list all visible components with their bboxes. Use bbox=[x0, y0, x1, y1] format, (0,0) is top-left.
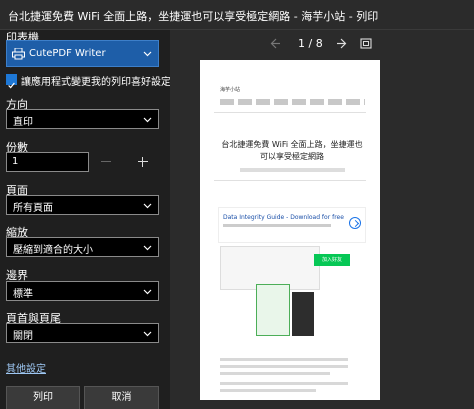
preview-nav-bar bbox=[220, 99, 365, 105]
preview-ad-subtitle bbox=[223, 224, 331, 227]
chevron-down-icon bbox=[143, 331, 152, 337]
orientation-select[interactable]: 直印 bbox=[6, 109, 159, 129]
preview-divider bbox=[214, 112, 366, 113]
minus-icon[interactable] bbox=[101, 161, 111, 162]
printer-icon bbox=[12, 48, 25, 60]
pages-value: 所有頁面 bbox=[13, 203, 53, 214]
preview-ad-banner: Data Integrity Guide - Download for free bbox=[218, 207, 366, 243]
copies-input[interactable]: 1 bbox=[6, 152, 89, 172]
app-prefs-label: 讓應用程式變更我的列印喜好設定 bbox=[21, 77, 171, 88]
page-preview: 海芋小站 台北捷運免費 WiFi 全面上路，坐捷運也可以享受極定網路 Data … bbox=[200, 60, 380, 400]
window-title: 台北捷運免費 WiFi 全面上路，坐捷運也可以享受極定網路 - 海芋小站 - 列… bbox=[8, 10, 379, 23]
margins-value: 標準 bbox=[13, 289, 33, 300]
pages-select[interactable]: 所有頁面 bbox=[6, 195, 159, 215]
prev-page-icon[interactable] bbox=[270, 38, 281, 49]
preview-line-badge: 加入好友 bbox=[314, 254, 350, 266]
chevron-down-icon bbox=[143, 245, 152, 251]
preview-site-name: 海芋小站 bbox=[220, 87, 241, 93]
orientation-value: 直印 bbox=[13, 117, 33, 128]
checkmark-icon bbox=[8, 82, 15, 89]
chevron-down-icon bbox=[143, 51, 152, 57]
preview-text-line bbox=[220, 372, 330, 375]
cancel-button[interactable]: 取消 bbox=[84, 386, 159, 409]
fit-page-icon[interactable] bbox=[360, 38, 372, 49]
preview-text-line bbox=[220, 358, 348, 361]
preview-meta-line bbox=[240, 168, 345, 172]
preview-pane: 1 / 8 海芋小站 台北捷運免費 WiFi 全面上路，坐捷運也可以享受極定網路… bbox=[170, 30, 474, 409]
headers-footers-value: 關閉 bbox=[13, 331, 33, 342]
chevron-down-icon bbox=[143, 203, 152, 209]
preview-text-line bbox=[220, 389, 316, 392]
app-prefs-checkbox[interactable] bbox=[6, 74, 17, 89]
print-settings-pane: 印表機 CutePDF Writer 讓應用程式變更我的列印喜好設定 方向 直印… bbox=[0, 30, 171, 409]
phone-image bbox=[256, 284, 290, 336]
preview-article-title: 台北捷運免費 WiFi 全面上路，坐捷運也可以享受極定網路 bbox=[221, 140, 363, 161]
preview-phone-images bbox=[246, 284, 326, 336]
scale-value: 壓縮到適合的大小 bbox=[13, 245, 93, 256]
plus-icon[interactable] bbox=[138, 161, 148, 162]
preview-divider bbox=[214, 180, 366, 181]
margins-select[interactable]: 標準 bbox=[6, 281, 159, 301]
printer-select-value: CutePDF Writer bbox=[29, 48, 106, 59]
scale-select[interactable]: 壓縮到適合的大小 bbox=[6, 237, 159, 257]
preview-ad-title: Data Integrity Guide - Download for free bbox=[223, 214, 344, 221]
chevron-down-icon bbox=[143, 117, 152, 123]
headers-footers-select[interactable]: 關閉 bbox=[6, 323, 159, 343]
next-page-icon[interactable] bbox=[336, 38, 347, 49]
phone-image-dark bbox=[292, 292, 314, 336]
window-titlebar: 台北捷運免費 WiFi 全面上路，坐捷運也可以享受極定網路 - 海芋小站 - 列… bbox=[0, 0, 474, 30]
chevron-down-icon bbox=[143, 289, 152, 295]
printer-select[interactable]: CutePDF Writer bbox=[6, 40, 159, 67]
print-button[interactable]: 列印 bbox=[6, 386, 80, 409]
chevron-right-icon bbox=[349, 217, 361, 229]
page-navigator: 1 / 8 bbox=[170, 30, 474, 58]
more-settings-link[interactable]: 其他設定 bbox=[6, 360, 46, 375]
plus-icon-vertical bbox=[142, 157, 143, 167]
preview-text-line bbox=[220, 382, 348, 385]
copies-value: 1 bbox=[12, 156, 19, 167]
page-indicator: 1 / 8 bbox=[298, 37, 323, 50]
preview-text-line bbox=[220, 365, 348, 368]
